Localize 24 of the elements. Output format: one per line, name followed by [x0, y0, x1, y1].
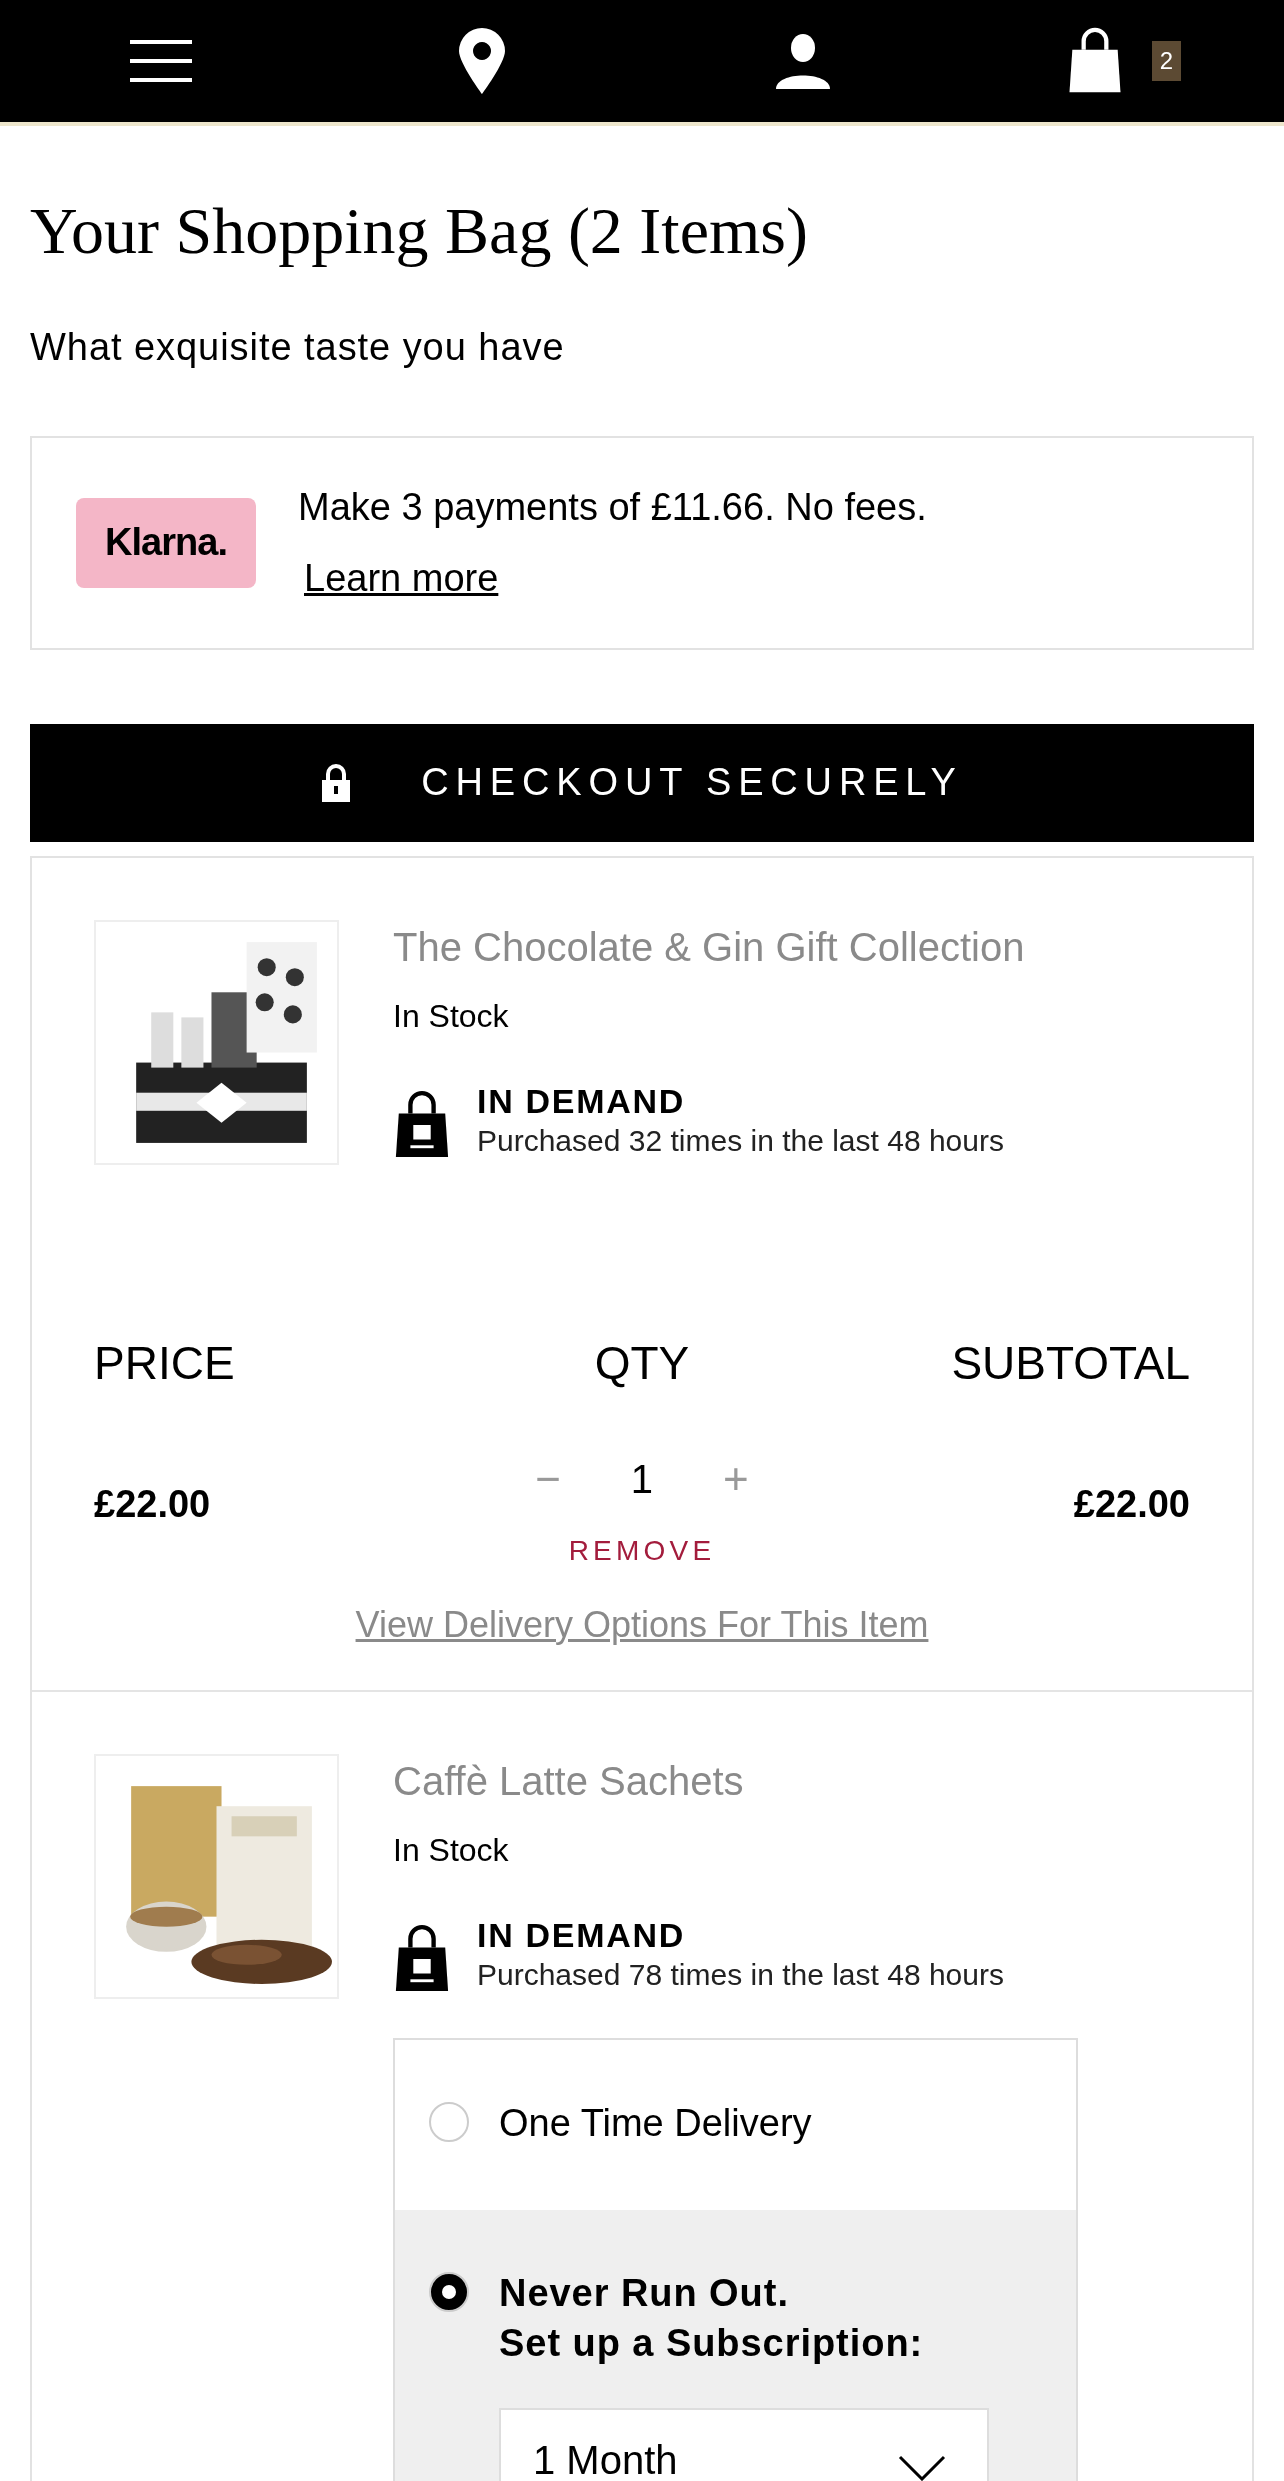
demand-text: Purchased 32 times in the last 48 hours — [477, 1123, 1004, 1159]
option-sublabel: Set up a Subscription: — [499, 2320, 925, 2366]
klarna-message: Make 3 payments of £11.66. No fees. — [298, 484, 927, 530]
remove-link[interactable]: REMOVE — [568, 1529, 716, 1572]
klarna-logo: Klarna. — [76, 497, 256, 588]
quantity-value: 1 — [630, 1455, 654, 1503]
bag-count-badge: 2 — [1151, 41, 1182, 81]
demand-text: Purchased 78 times in the last 48 hours — [477, 1957, 1004, 1993]
subtotal: £22.00 — [1072, 1481, 1190, 1527]
option-label[interactable]: One Time Delivery — [499, 2097, 812, 2148]
column-header: SUBTOTAL — [950, 1335, 1190, 1391]
stock-status: In Stock — [393, 1830, 510, 1870]
page-subtitle: What exquisite taste you have — [30, 324, 566, 370]
price: £22.00 — [94, 1481, 212, 1527]
option-label[interactable]: Never Run Out. — [499, 2267, 989, 2318]
demand-title: IN DEMAND — [477, 1080, 686, 1122]
frequency-select[interactable]: 1 Month — [499, 2407, 989, 2481]
page-title: Your Shopping Bag (2 Items) — [30, 193, 809, 269]
stock-status: In Stock — [393, 996, 510, 1036]
column-header: QTY — [593, 1335, 691, 1391]
checkout-button[interactable]: CHECKOUT SECURELY — [30, 723, 1254, 842]
column-header: PRICE — [94, 1335, 236, 1391]
learn-more-link[interactable]: Learn more — [304, 549, 927, 607]
demand-title: IN DEMAND — [477, 1914, 686, 1956]
